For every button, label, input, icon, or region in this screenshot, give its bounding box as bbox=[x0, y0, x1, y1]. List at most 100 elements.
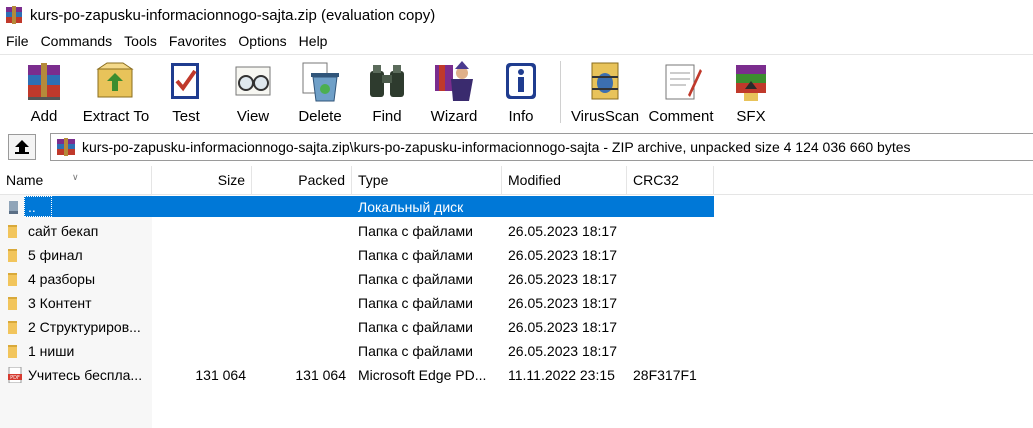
address-path-text: kurs-po-zapusku-informacionnogo-sajta.zi… bbox=[82, 139, 911, 155]
folder-icon bbox=[8, 297, 17, 310]
column-header-name[interactable]: ∨ Name bbox=[0, 166, 152, 194]
menu-bar: File Commands Tools Favorites Options He… bbox=[0, 30, 1033, 52]
menu-favorites[interactable]: Favorites bbox=[163, 30, 233, 52]
menu-file[interactable]: File bbox=[0, 30, 35, 52]
virus-scan-label: VirusScan bbox=[570, 108, 640, 125]
delete-label: Delete bbox=[298, 108, 342, 125]
column-header-packed[interactable]: Packed bbox=[252, 166, 352, 194]
cell-packed bbox=[252, 315, 346, 339]
cell-name: 5 финал bbox=[28, 247, 83, 263]
cell-modified: 26.05.2023 18:17 bbox=[508, 271, 617, 287]
cell-modified: 26.05.2023 18:17 bbox=[508, 247, 617, 263]
wizard-label: Wizard bbox=[430, 108, 478, 125]
cell-size bbox=[152, 291, 246, 315]
cell-packed bbox=[252, 195, 346, 219]
file-row[interactable]: 1 ниши Папка с файлами 26.05.2023 18:17 bbox=[0, 339, 714, 363]
file-row[interactable]: 3 Контент Папка с файлами 26.05.2023 18:17 bbox=[0, 291, 714, 315]
parent-directory-row[interactable]: .. Локальный диск bbox=[0, 195, 714, 219]
folder-icon bbox=[8, 273, 17, 286]
comment-label: Comment bbox=[648, 108, 714, 125]
svg-text:PDF: PDF bbox=[10, 375, 20, 381]
comment-icon bbox=[665, 64, 702, 100]
cell-name: 2 Структуриров... bbox=[28, 319, 141, 335]
extract-to-icon bbox=[96, 62, 134, 98]
cell-name: 1 ниши bbox=[28, 343, 75, 359]
cell-name: 4 разборы bbox=[28, 271, 96, 287]
file-row[interactable]: 4 разборы Папка с файлами 26.05.2023 18:17 bbox=[0, 267, 714, 291]
cell-type: Папка с файлами bbox=[358, 223, 473, 239]
cell-size bbox=[152, 339, 246, 363]
find-binoculars-icon bbox=[370, 65, 404, 97]
cell-name: 3 Контент bbox=[28, 295, 92, 311]
column-type-label: Type bbox=[358, 172, 389, 188]
cell-type: Папка с файлами bbox=[358, 271, 473, 287]
test-button[interactable]: Test bbox=[152, 55, 220, 129]
file-row[interactable]: PDF Учитесь беспла... 131 064 131 064 Micros… bbox=[0, 363, 714, 387]
cell-crc bbox=[633, 291, 713, 315]
file-row[interactable]: 5 финал Папка с файлами 26.05.2023 18:17 bbox=[0, 243, 714, 267]
menu-options[interactable]: Options bbox=[232, 30, 292, 52]
menu-help[interactable]: Help bbox=[293, 30, 334, 52]
wizard-icon bbox=[435, 61, 473, 101]
arrow-up-icon bbox=[15, 140, 29, 154]
cell-crc bbox=[633, 243, 713, 267]
cell-size: 131 064 bbox=[195, 367, 246, 383]
up-one-level-button[interactable] bbox=[8, 134, 36, 160]
column-header-crc32[interactable]: CRC32 bbox=[627, 166, 714, 194]
column-packed-label: Packed bbox=[298, 172, 345, 188]
view-button[interactable]: View bbox=[220, 55, 286, 129]
address-path-field[interactable]: kurs-po-zapusku-informacionnogo-sajta.zi… bbox=[50, 133, 1033, 161]
column-header-modified[interactable]: Modified bbox=[502, 166, 627, 194]
cell-modified: 26.05.2023 18:17 bbox=[508, 223, 617, 239]
sort-caret-icon: ∨ bbox=[72, 172, 79, 182]
find-button[interactable]: Find bbox=[354, 55, 420, 129]
cell-packed bbox=[252, 291, 346, 315]
delete-icon bbox=[302, 62, 339, 102]
address-row: kurs-po-zapusku-informacionnogo-sajta.zi… bbox=[0, 130, 1033, 164]
sfx-button[interactable]: SFX bbox=[719, 55, 783, 129]
file-row[interactable]: 2 Структуриров... Папка с файлами 26.05.20… bbox=[0, 315, 714, 339]
info-button[interactable]: Info bbox=[488, 55, 554, 129]
folder-icon bbox=[8, 321, 17, 334]
cell-packed bbox=[252, 339, 346, 363]
menu-tools[interactable]: Tools bbox=[118, 30, 163, 52]
cell-crc bbox=[633, 339, 713, 363]
column-header-type[interactable]: Type bbox=[352, 166, 502, 194]
find-label: Find bbox=[372, 108, 402, 125]
cell-modified: 26.05.2023 18:17 bbox=[508, 319, 617, 335]
cell-size bbox=[152, 243, 246, 267]
list-header: ∨ Name Size Packed Type Modified CRC32 bbox=[0, 166, 1033, 195]
cell-size bbox=[152, 219, 246, 243]
cell-type: Папка с файлами bbox=[358, 319, 473, 335]
cell-packed bbox=[252, 219, 346, 243]
add-archive-icon bbox=[28, 63, 60, 100]
cell-modified: 26.05.2023 18:17 bbox=[508, 343, 617, 359]
toolbar-separator bbox=[560, 61, 561, 123]
delete-button[interactable]: Delete bbox=[286, 55, 354, 129]
cell-crc bbox=[633, 315, 713, 339]
column-header-size[interactable]: Size bbox=[152, 166, 252, 194]
comment-button[interactable]: Comment bbox=[643, 55, 719, 129]
cell-size bbox=[152, 267, 246, 291]
cell-name: Учитесь беспла... bbox=[28, 367, 143, 383]
view-glasses-icon bbox=[235, 66, 271, 96]
title-bar: kurs-po-zapusku-informacionnogo-sajta.zi… bbox=[0, 0, 1033, 30]
wizard-button[interactable]: Wizard bbox=[420, 55, 488, 129]
info-label: Info bbox=[508, 108, 534, 125]
extract-to-button[interactable]: Extract To bbox=[80, 55, 152, 129]
virus-scan-button[interactable]: VirusScan bbox=[567, 55, 643, 129]
cell-type: Microsoft Edge PD... bbox=[358, 367, 487, 383]
info-icon bbox=[506, 63, 536, 99]
test-label: Test bbox=[172, 108, 200, 125]
cell-packed bbox=[252, 267, 346, 291]
window-title: kurs-po-zapusku-informacionnogo-sajta.zi… bbox=[30, 6, 436, 24]
column-crc32-label: CRC32 bbox=[633, 172, 679, 188]
add-button[interactable]: Add bbox=[8, 55, 80, 129]
test-icon bbox=[171, 63, 199, 99]
drive-icon bbox=[9, 201, 18, 214]
menu-commands[interactable]: Commands bbox=[35, 30, 119, 52]
file-row[interactable]: сайт бекап Папка с файлами 26.05.2023 18:1… bbox=[0, 219, 714, 243]
cell-size bbox=[152, 315, 246, 339]
cell-type: Локальный диск bbox=[358, 199, 464, 215]
cell-type: Папка с файлами bbox=[358, 295, 473, 311]
